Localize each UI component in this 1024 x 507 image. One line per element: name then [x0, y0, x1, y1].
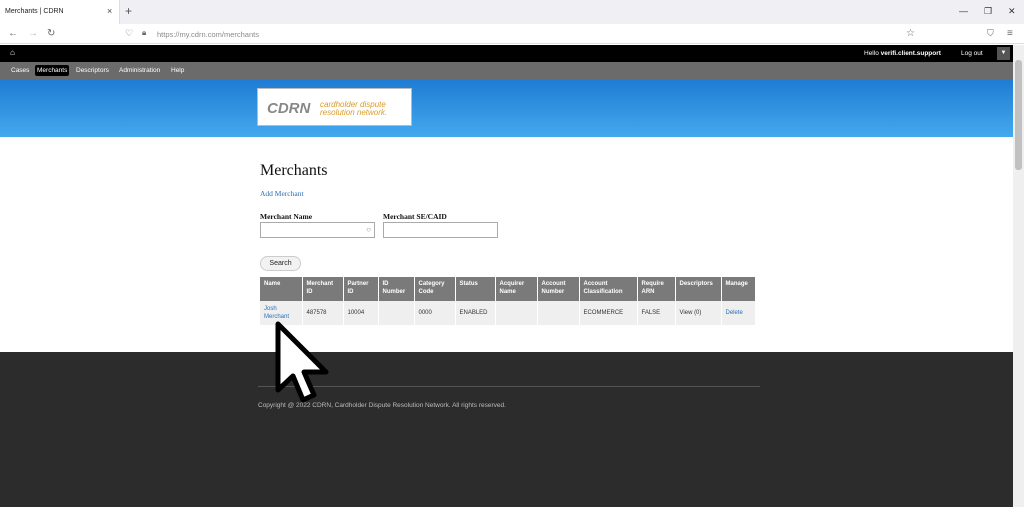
site-top-bar: ⌂ Hello verifi.client.support Log out ▼ [0, 45, 1013, 62]
scrollbar-thumb[interactable] [1015, 60, 1022, 170]
header-banner [0, 79, 1013, 137]
cell-category-code: 0000 [414, 301, 456, 325]
back-icon[interactable]: ← [8, 28, 18, 39]
page-title: Merchants [260, 162, 328, 179]
col-header-manage: Manage [721, 277, 756, 301]
merchants-table: Name Merchant ID Partner ID ID Number Ca… [260, 277, 756, 325]
cell-partner-id: 10004 [343, 301, 379, 325]
maximize-icon[interactable]: ❐ [984, 6, 992, 17]
page-footer [0, 352, 1013, 507]
menu-item-merchants[interactable]: Merchants [35, 65, 70, 76]
col-header-partner-id: Partner ID [343, 277, 379, 301]
main-menu: Cases Merchants Descriptors Administrati… [0, 62, 1013, 79]
cell-id-number [378, 301, 415, 325]
app-menu-icon[interactable]: ≡ [1007, 28, 1013, 39]
col-header-status: Status [455, 277, 496, 301]
greeting-prefix: Hello [864, 50, 881, 57]
table-row: Josh Merchant 487578 10004 0000 ENABLED … [260, 301, 756, 325]
minimize-icon[interactable]: — [959, 6, 968, 16]
mouse-cursor-icon [275, 321, 329, 403]
logo-tagline-line-2: resolution network. [320, 108, 388, 117]
logo-tagline: cardholder dispute resolution network. [320, 101, 387, 117]
cdrn-logo[interactable]: CDRN cardholder dispute resolution networ… [257, 88, 412, 126]
tab-close-icon[interactable]: × [107, 6, 112, 16]
add-merchant-link[interactable]: Add Merchant [260, 189, 304, 198]
reload-icon[interactable]: ↻ [47, 28, 55, 39]
cell-acquirer-name [495, 301, 538, 325]
browser-nav-bar: ← → ↻ ♡ 🔒︎ https://my.cdrn.com/merchants… [0, 24, 1024, 44]
descriptors-view-link[interactable]: View (0) [680, 310, 702, 316]
browser-tab[interactable]: Merchants | CDRN × [0, 0, 120, 24]
merchant-secaid-label: Merchant SE/CAID [383, 212, 447, 221]
shield-icon[interactable]: ♡ [125, 28, 133, 39]
col-header-category-code: Category Code [414, 277, 456, 301]
merchant-secaid-input[interactable] [383, 222, 498, 238]
home-icon[interactable]: ⌂ [10, 48, 15, 57]
menu-item-descriptors[interactable]: Descriptors [74, 65, 111, 76]
menu-item-administration[interactable]: Administration [117, 65, 162, 76]
autocomplete-icon: ○ [366, 225, 371, 234]
col-header-account-number: Account Number [537, 277, 580, 301]
browser-tab-bar: Merchants | CDRN × + — ❐ ✕ [0, 0, 1024, 24]
username: verifi.client.support [880, 50, 941, 57]
col-header-acquirer-name: Acquirer Name [495, 277, 538, 301]
logout-link[interactable]: Log out [961, 50, 983, 57]
col-header-name: Name [260, 277, 303, 301]
delete-link[interactable]: Delete [726, 310, 743, 316]
search-button[interactable]: Search [260, 256, 301, 271]
chevron-down-icon[interactable]: ▼ [997, 47, 1010, 60]
merchant-name-link[interactable]: Josh Merchant [264, 306, 289, 320]
tab-title: Merchants | CDRN [5, 8, 64, 15]
pocket-icon[interactable]: ⛉ [987, 28, 994, 39]
logo-brand: CDRN [267, 100, 311, 117]
cell-account-classification: ECOMMERCE [579, 301, 638, 325]
user-greeting: Hello verifi.client.support [864, 50, 941, 57]
menu-item-help[interactable]: Help [169, 65, 186, 76]
cell-manage: Delete [721, 301, 756, 325]
lock-icon: 🔒︎ [142, 28, 147, 37]
col-header-id-number: ID Number [378, 277, 415, 301]
bookmark-star-icon[interactable]: ☆ [906, 28, 915, 39]
address-bar[interactable]: https://my.cdrn.com/merchants [157, 30, 259, 39]
merchant-name-label: Merchant Name [260, 212, 313, 221]
menu-item-cases[interactable]: Cases [9, 65, 31, 76]
cell-descriptors: View (0) [675, 301, 722, 325]
new-tab-icon[interactable]: + [125, 4, 132, 18]
cell-require-arn: FALSE [637, 301, 676, 325]
table-header-row: Name Merchant ID Partner ID ID Number Ca… [260, 277, 756, 301]
cell-account-number [537, 301, 580, 325]
col-header-account-classification: Account Classification [579, 277, 638, 301]
col-header-descriptors: Descriptors [675, 277, 722, 301]
forward-icon[interactable]: → [28, 28, 38, 39]
col-header-merchant-id: Merchant ID [302, 277, 344, 301]
merchant-name-input[interactable]: ○ [260, 222, 375, 238]
cell-status: ENABLED [455, 301, 496, 325]
col-header-require-arn: Require ARN [637, 277, 676, 301]
window-close-icon[interactable]: ✕ [1008, 6, 1016, 17]
